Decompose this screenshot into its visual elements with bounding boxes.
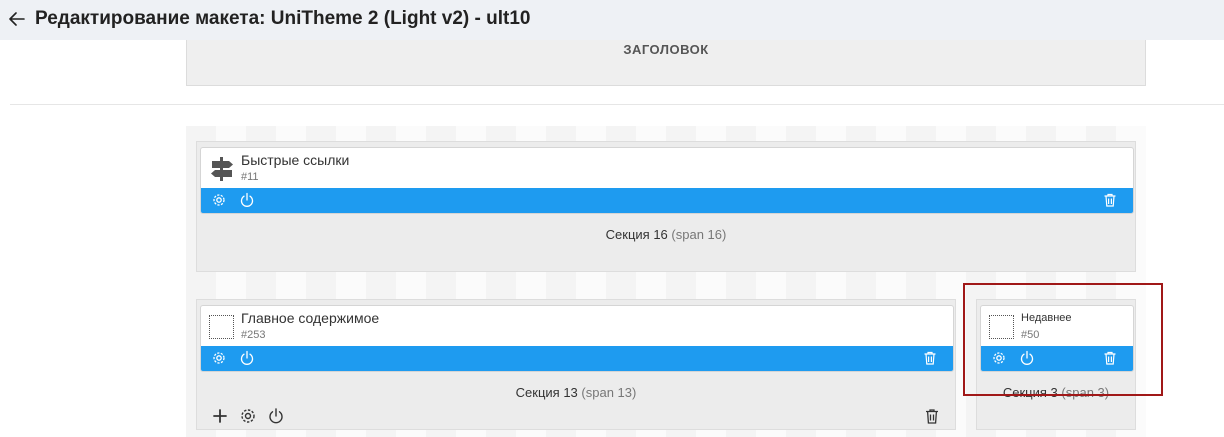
section-16[interactable]: Быстрые ссылки #11 Секция 16 (span 16) bbox=[196, 141, 1136, 272]
grid-label: ЗАГОЛОВОК bbox=[623, 42, 709, 57]
highlight-frame bbox=[963, 283, 1163, 396]
gear-icon[interactable] bbox=[239, 407, 257, 425]
section-13[interactable]: Главное содержимое #253 Секция 13 (span … bbox=[196, 299, 956, 430]
block-title: Быстрые ссылки bbox=[241, 152, 350, 168]
block-toolbar bbox=[201, 346, 953, 371]
trash-icon[interactable] bbox=[923, 407, 941, 425]
section-label: Секция 13 (span 13) bbox=[197, 385, 955, 400]
block-title: Главное содержимое bbox=[241, 310, 380, 326]
trash-icon[interactable] bbox=[1102, 192, 1118, 208]
section-name: Секция 13 bbox=[515, 385, 578, 400]
header-grid[interactable]: ЗАГОЛОВОК bbox=[186, 40, 1146, 86]
gear-icon[interactable] bbox=[211, 192, 227, 208]
page-title: Редактирование макета: UniTheme 2 (Light… bbox=[35, 8, 531, 29]
block-toolbar bbox=[201, 188, 1133, 213]
top-bar: Редактирование макета: UniTheme 2 (Light… bbox=[0, 0, 1224, 40]
arrow-left-icon bbox=[9, 12, 25, 26]
signpost-icon bbox=[211, 157, 233, 181]
power-icon[interactable] bbox=[239, 350, 255, 366]
section-span: (span 16) bbox=[671, 227, 727, 242]
trash-icon[interactable] bbox=[922, 350, 938, 366]
block-id: #11 bbox=[241, 171, 259, 183]
plus-icon[interactable] bbox=[211, 407, 229, 425]
section-label: Секция 16 (span 16) bbox=[197, 227, 1135, 242]
power-icon[interactable] bbox=[267, 407, 285, 425]
section-span: (span 13) bbox=[581, 385, 637, 400]
divider bbox=[10, 104, 1224, 105]
gear-icon[interactable] bbox=[211, 350, 227, 366]
block-main-content[interactable]: Главное содержимое #253 bbox=[200, 305, 954, 372]
block-quick-links[interactable]: Быстрые ссылки #11 bbox=[200, 147, 1134, 214]
dotted-placeholder-icon bbox=[209, 315, 234, 339]
power-icon[interactable] bbox=[239, 192, 255, 208]
section-name: Секция 16 bbox=[605, 227, 668, 242]
block-id: #253 bbox=[241, 329, 266, 341]
back-button[interactable] bbox=[7, 9, 27, 29]
